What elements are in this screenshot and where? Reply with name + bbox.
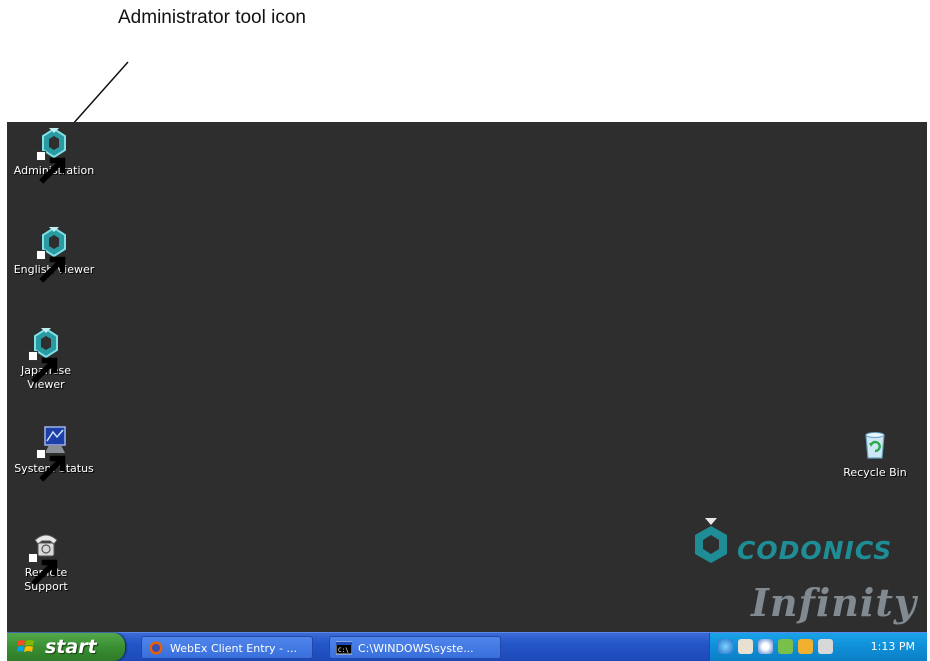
system-tray: 1:13 PM [709,633,927,661]
windows-flag-icon [17,640,34,652]
shortcut-arrow-icon [36,449,66,482]
codonics-icon [28,326,63,384]
taskbar-item-webex[interactable]: WebEx Client Entry - ... [141,636,313,659]
network-globe-icon[interactable] [718,639,733,654]
taskbar-item-command-prompt[interactable]: C:\ C:\WINDOWS\syste... [329,636,501,659]
desktop-icon-english-viewer[interactable]: English Viewer [7,225,102,283]
desktop-icon-recycle-bin[interactable]: Recycle Bin [827,428,923,480]
security-icon[interactable] [778,639,793,654]
svg-text:C:\: C:\ [338,647,349,654]
shortcut-arrow-icon [36,250,66,283]
telephone-icon [28,528,63,586]
desktop-icon-remote-support[interactable]: Remote Support [7,528,86,594]
codonics-icon [36,225,71,283]
monitor-icon [36,424,71,482]
logo-product-text: Infinity [751,580,917,625]
start-button[interactable]: start [7,633,125,661]
volume-icon[interactable] [818,639,833,654]
command-prompt-icon: C:\ [336,641,352,655]
callout-label: Administrator tool icon [118,7,306,28]
java-icon[interactable] [738,639,753,654]
desktop-icon-japanese-viewer[interactable]: Japanese Viewer [7,326,86,392]
recycle-bin-icon [858,428,892,462]
taskbar-item-label: WebEx Client Entry - ... [170,642,297,655]
shortcut-arrow-icon [28,351,58,384]
codonics-infinity-logo: CODONICS Infinity [689,510,919,628]
start-label: start [45,636,97,658]
taskbar-clock[interactable]: 1:13 PM [871,633,915,661]
shortcut-arrow-icon [28,553,58,586]
sync-icon[interactable] [758,639,773,654]
firefox-icon [149,641,163,655]
codonics-icon [36,126,71,184]
desktop: Administration English Viewer Japanese V… [7,122,927,661]
logo-brand-text: CODONICS [737,536,893,565]
taskbar-item-label: C:\WINDOWS\syste... [358,642,474,655]
desktop-icon-administration[interactable]: Administration [7,126,102,184]
desktop-icon-system-status[interactable]: System Status [7,424,102,482]
shortcut-arrow-icon [36,151,66,184]
taskbar: start WebEx Client Entry - ... C:\ C:\WI… [7,632,927,661]
codonics-logo-mark-icon [695,518,727,563]
desktop-icon-label: Recycle Bin [843,466,907,479]
package-icon[interactable] [798,639,813,654]
